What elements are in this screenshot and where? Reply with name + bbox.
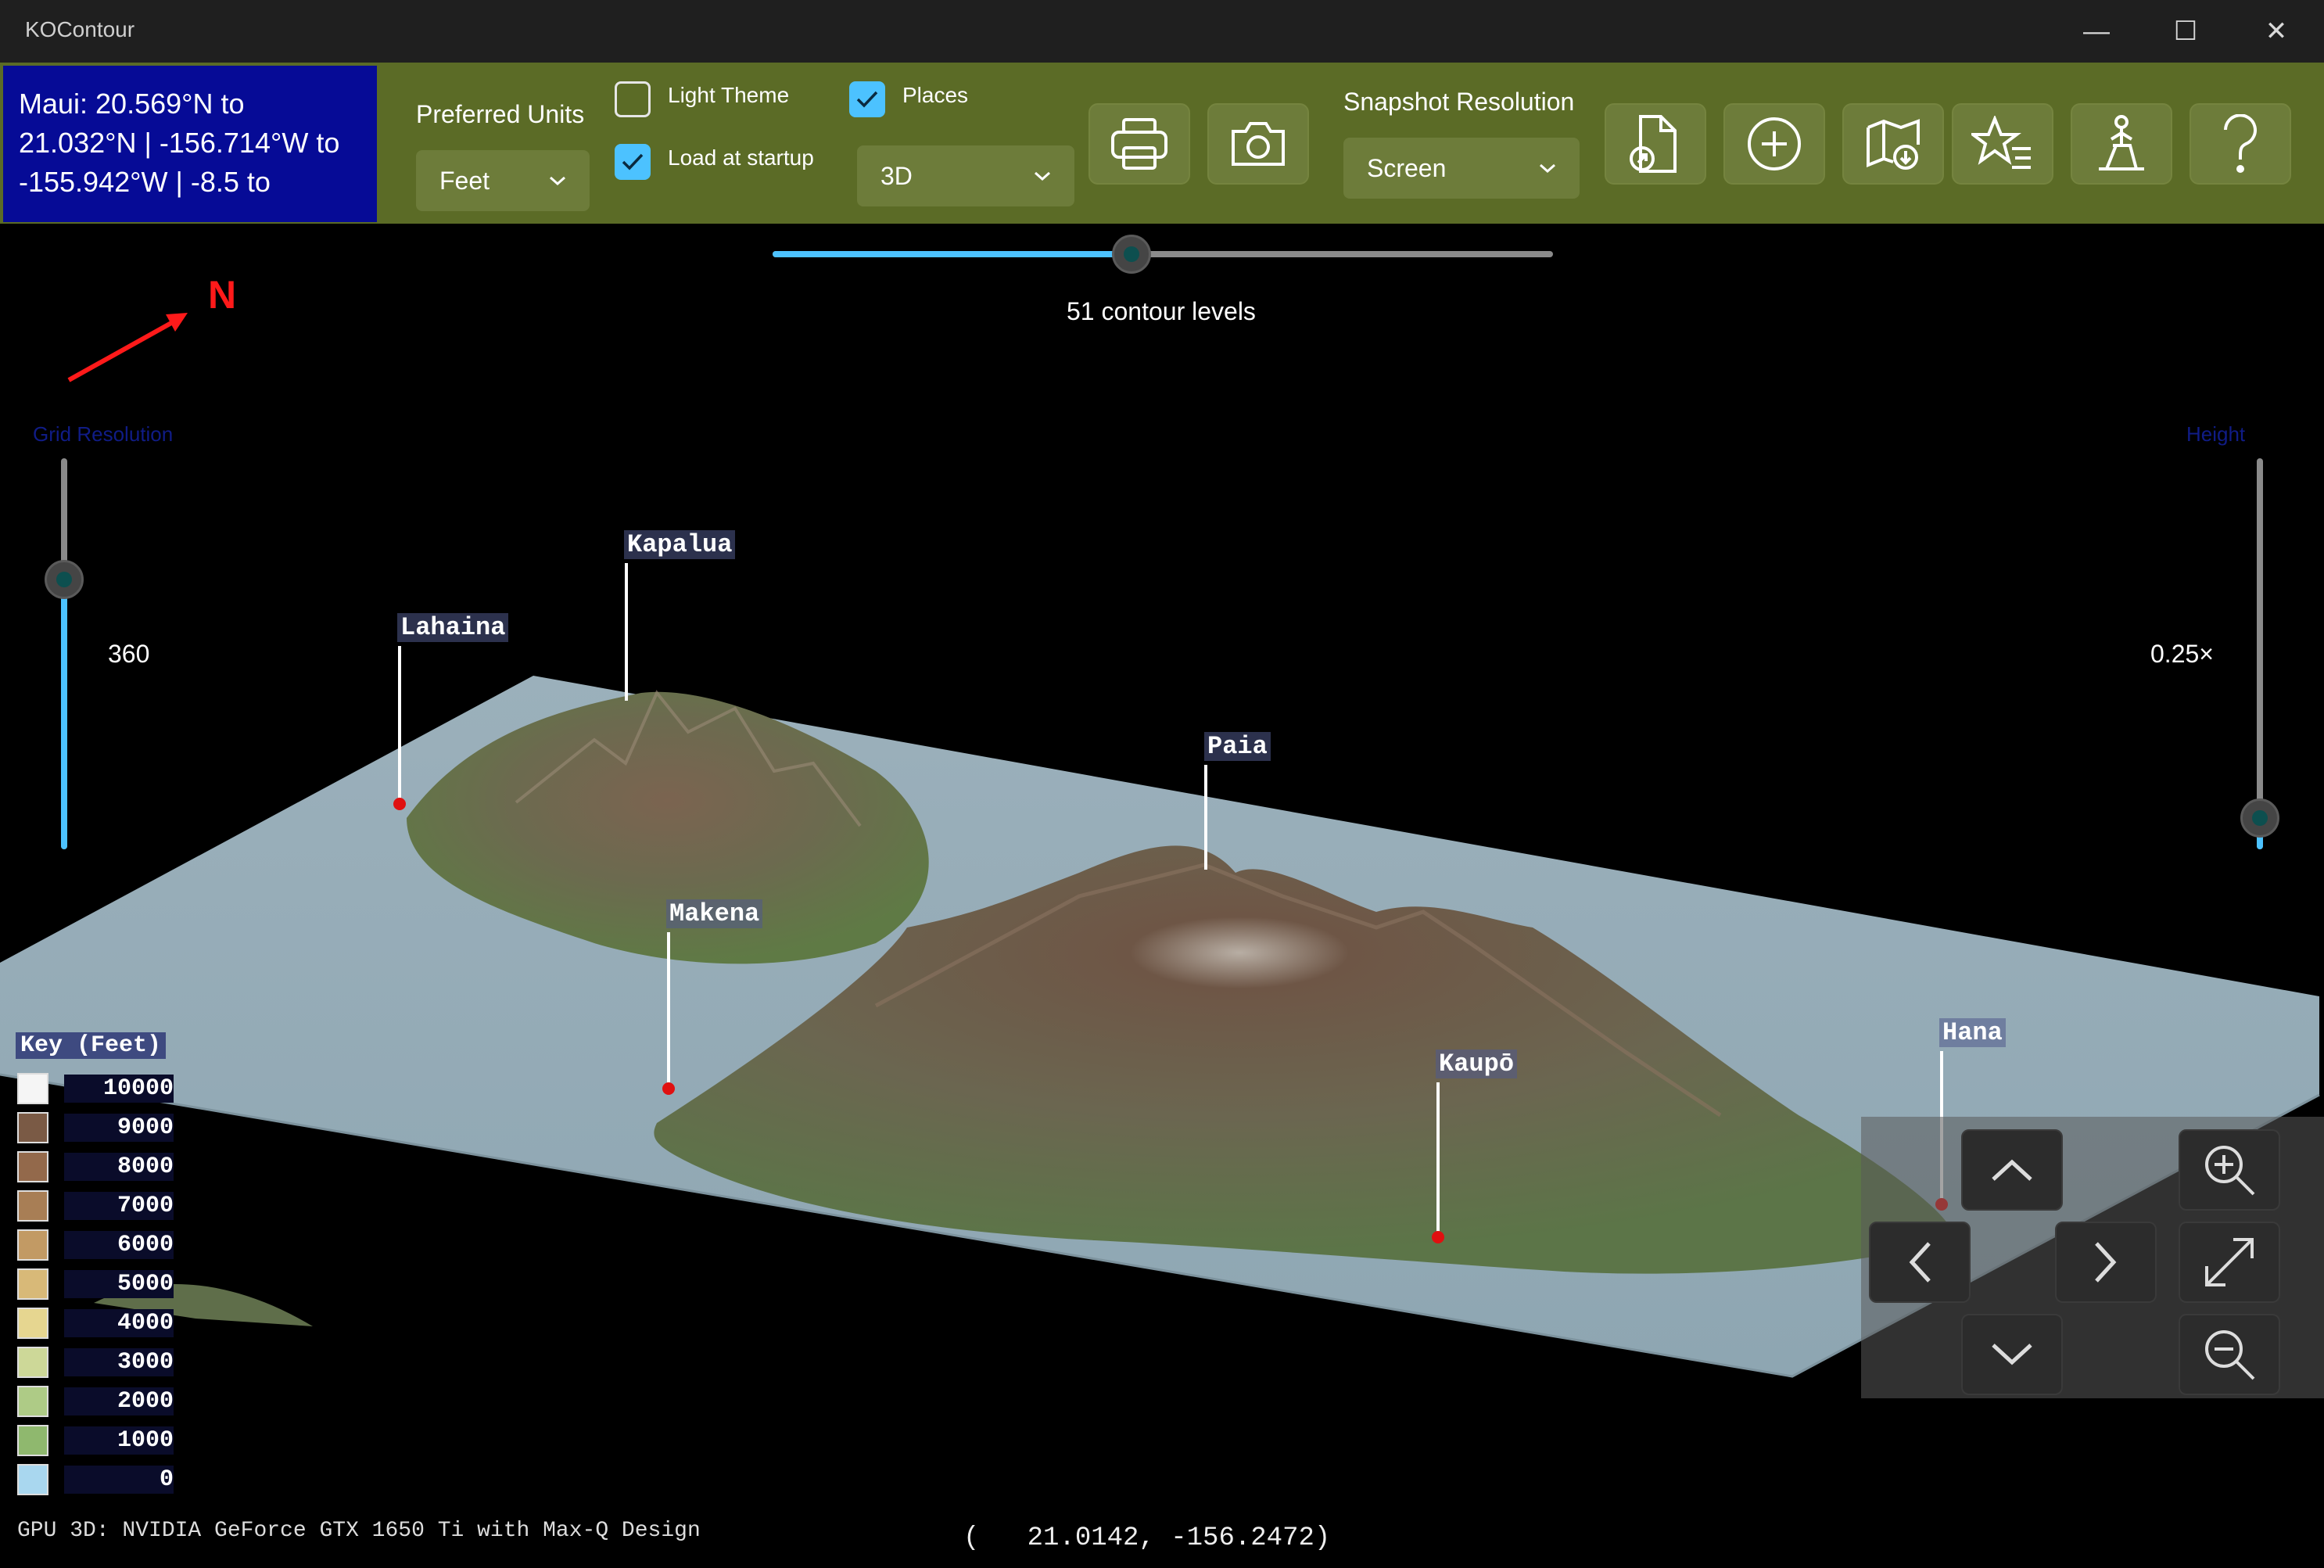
maximize-button[interactable]: ☐ <box>2143 9 2229 53</box>
load-at-startup-label: Load at startup <box>668 145 814 170</box>
pan-down-button[interactable] <box>1961 1314 2063 1395</box>
camera-icon <box>1232 122 1285 166</box>
region-info-line: Maui: 20.569°N to <box>19 88 245 120</box>
gpu-status: GPU 3D: NVIDIA GeForce GTX 1650 Ti with … <box>17 1519 701 1543</box>
checkmark-icon <box>856 91 878 108</box>
place-stem <box>1204 765 1207 870</box>
places-label: Places <box>902 83 969 107</box>
snapshot-button[interactable] <box>1207 103 1309 185</box>
add-icon <box>1748 117 1801 170</box>
chevron-down-icon <box>1992 1344 2032 1365</box>
key-swatch <box>17 1190 48 1222</box>
key-value: 1000 <box>64 1426 174 1455</box>
region-info: Maui: 20.569°N to 21.032°N | -156.714°W … <box>3 66 377 222</box>
close-button[interactable]: ✕ <box>2233 9 2319 53</box>
favorites-button[interactable] <box>1952 103 2053 185</box>
chevron-down-icon <box>1035 171 1050 181</box>
snapshot-resolution-value: Screen <box>1367 154 1447 182</box>
key-value: 7000 <box>64 1192 174 1220</box>
place-marker[interactable] <box>1432 1231 1444 1243</box>
favorites-icon <box>1971 116 2031 169</box>
key-title: Key (Feet) <box>16 1032 167 1059</box>
place-stem <box>1436 1082 1440 1236</box>
region-info-line: 21.032°N | -156.714°W to <box>19 127 340 159</box>
place-stem <box>398 646 401 801</box>
zoom-out-icon <box>2205 1330 2255 1380</box>
places-checkbox[interactable] <box>849 81 885 117</box>
key-value: 0 <box>64 1466 174 1494</box>
key-value: 6000 <box>64 1231 174 1259</box>
key-swatch <box>17 1386 48 1417</box>
title-bar: KOContour — ☐ ✕ <box>0 0 2324 63</box>
pan-up-button[interactable] <box>1961 1129 2063 1211</box>
key-swatch <box>17 1308 48 1339</box>
chevron-up-icon <box>1992 1159 2032 1181</box>
chevron-right-icon <box>2095 1242 2117 1283</box>
chevron-left-icon <box>1909 1242 1931 1283</box>
help-button[interactable] <box>2190 103 2291 185</box>
place-label: Kaupō <box>1436 1050 1518 1078</box>
open-file-button[interactable] <box>1605 103 1706 185</box>
snapshot-resolution-select[interactable]: Screen <box>1343 138 1580 199</box>
minimize-button[interactable]: — <box>2053 9 2139 53</box>
view-mode-value: 3D <box>880 162 913 190</box>
map-download-button[interactable] <box>1842 103 1944 185</box>
open-file-icon <box>1630 115 1677 173</box>
place-stem <box>625 563 628 701</box>
fit-view-button[interactable] <box>2179 1222 2280 1303</box>
zoom-out-button[interactable] <box>2179 1314 2280 1395</box>
place-label: Paia <box>1204 732 1271 761</box>
load-at-startup-checkbox[interactable] <box>615 144 651 180</box>
place-label: Makena <box>666 899 763 928</box>
light-theme-label: Light Theme <box>668 83 790 107</box>
pan-left-button[interactable] <box>1869 1222 1971 1303</box>
add-button[interactable] <box>1723 103 1825 185</box>
key-value: 8000 <box>64 1153 174 1181</box>
key-swatch <box>17 1347 48 1378</box>
zoom-in-icon <box>2205 1146 2255 1196</box>
key-swatch <box>17 1229 48 1261</box>
pan-right-button[interactable] <box>2055 1222 2157 1303</box>
key-swatch <box>17 1464 48 1495</box>
cursor-coordinates: ( 21.0142, -156.2472) <box>963 1523 1331 1553</box>
place-label: Hana <box>1939 1018 2006 1047</box>
print-button[interactable] <box>1088 103 1190 185</box>
key-swatch <box>17 1268 48 1300</box>
zoom-in-button[interactable] <box>2179 1129 2280 1211</box>
key-swatch <box>17 1073 48 1104</box>
preferred-units-select[interactable]: Feet <box>416 150 590 211</box>
key-swatch <box>17 1425 48 1456</box>
fit-view-icon <box>2205 1238 2254 1286</box>
place-stem <box>667 932 670 1084</box>
chevron-down-icon <box>1540 163 1555 174</box>
snapshot-resolution-label: Snapshot Resolution <box>1343 88 1575 116</box>
light-theme-checkbox[interactable] <box>615 81 651 117</box>
chevron-down-icon <box>550 176 565 186</box>
preferred-units-value: Feet <box>439 167 490 195</box>
key-value: 2000 <box>64 1387 174 1416</box>
help-icon <box>2224 114 2257 173</box>
key-swatch <box>17 1151 48 1182</box>
key-value: 3000 <box>64 1348 174 1376</box>
place-label: Kapalua <box>624 530 736 559</box>
view-mode-select[interactable]: 3D <box>857 145 1074 206</box>
key-swatch <box>17 1112 48 1143</box>
window-title: KOContour <box>25 17 135 41</box>
preferred-units-label: Preferred Units <box>416 100 585 128</box>
place-marker[interactable] <box>393 798 406 810</box>
print-icon <box>1111 118 1167 170</box>
map-download-icon <box>1867 119 1920 170</box>
key-value: 5000 <box>64 1270 174 1298</box>
checkmark-icon <box>622 153 644 170</box>
place-label: Lahaina <box>397 613 509 642</box>
region-info-line: -155.942°W | -8.5 to <box>19 166 271 198</box>
key-value: 9000 <box>64 1114 174 1142</box>
hiker-icon <box>2099 115 2144 170</box>
hiker-button[interactable] <box>2071 103 2172 185</box>
place-marker[interactable] <box>662 1082 675 1095</box>
key-value: 4000 <box>64 1309 174 1337</box>
key-value: 10000 <box>64 1075 174 1103</box>
